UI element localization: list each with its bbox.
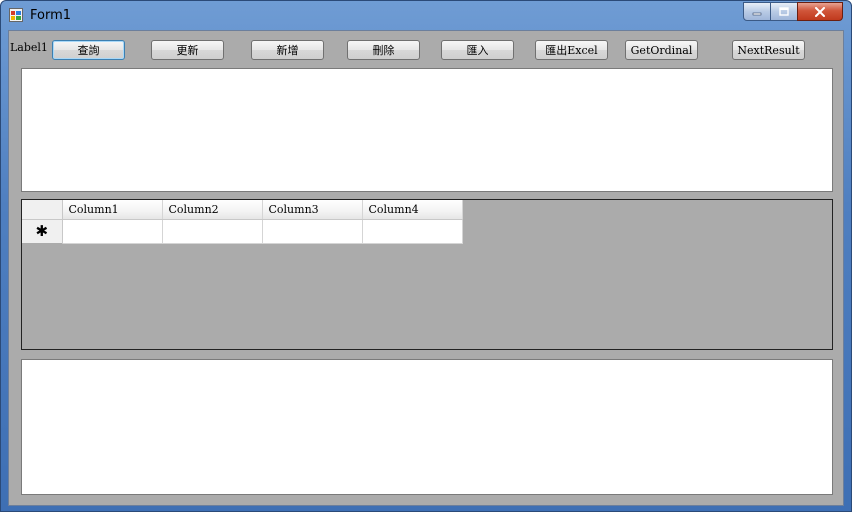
- grid-corner-cell[interactable]: [22, 200, 63, 220]
- import-button[interactable]: 匯入: [441, 40, 514, 60]
- export-excel-button[interactable]: 匯出Excel: [535, 40, 608, 60]
- add-button[interactable]: 新增: [251, 40, 324, 60]
- column-header-4[interactable]: Column4: [362, 200, 463, 220]
- data-grid-view[interactable]: Column1 Column2 Column3 Column4 ✱: [21, 199, 833, 350]
- close-icon: [815, 6, 825, 17]
- query-button[interactable]: 查詢: [52, 40, 125, 60]
- grid-table: Column1 Column2 Column3 Column4 ✱: [22, 200, 463, 244]
- table-row: ✱: [22, 219, 463, 244]
- window-title: Form1: [30, 8, 72, 23]
- delete-button[interactable]: 刪除: [347, 40, 420, 60]
- grid-cell[interactable]: [162, 219, 263, 244]
- update-button[interactable]: 更新: [151, 40, 224, 60]
- title-bar[interactable]: Form1: [1, 1, 851, 29]
- grid-cell[interactable]: [62, 219, 163, 244]
- bottom-textbox[interactable]: [21, 359, 833, 495]
- grid-cell[interactable]: [262, 219, 363, 244]
- minimize-button[interactable]: [743, 2, 771, 21]
- close-button[interactable]: [797, 2, 843, 21]
- maximize-button[interactable]: [770, 2, 798, 21]
- get-ordinal-button[interactable]: GetOrdinal: [625, 40, 698, 60]
- app-icon: [9, 8, 23, 22]
- minimize-icon: [752, 12, 762, 15]
- column-header-3[interactable]: Column3: [262, 200, 363, 220]
- form1-window: Form1 Label1 查詢 更新 新增 刪除 匯入 匯出Excel GetO…: [0, 0, 852, 512]
- grid-cell[interactable]: [362, 219, 463, 244]
- maximize-icon: [779, 7, 789, 16]
- column-header-2[interactable]: Column2: [162, 200, 263, 220]
- new-row-marker-icon[interactable]: ✱: [22, 219, 63, 243]
- form-client-area: Label1 查詢 更新 新增 刪除 匯入 匯出Excel GetOrdinal…: [8, 30, 844, 506]
- next-result-button[interactable]: NextResult: [732, 40, 805, 60]
- top-textbox[interactable]: [21, 68, 833, 192]
- label1: Label1: [10, 41, 48, 54]
- column-header-1[interactable]: Column1: [62, 200, 163, 220]
